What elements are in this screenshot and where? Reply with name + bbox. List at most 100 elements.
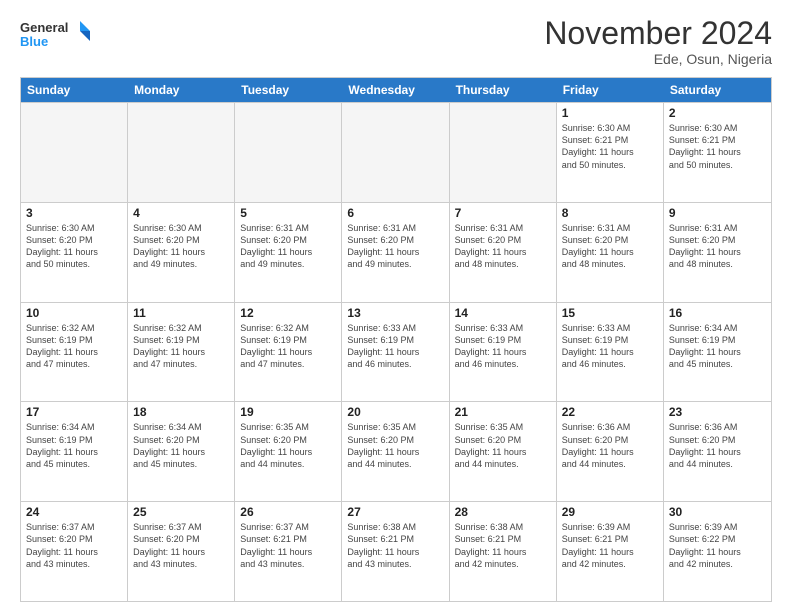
calendar-header: SundayMondayTuesdayWednesdayThursdayFrid… — [21, 78, 771, 102]
calendar-cell — [235, 103, 342, 202]
calendar-cell: 4Sunrise: 6:30 AM Sunset: 6:20 PM Daylig… — [128, 203, 235, 302]
month-title: November 2024 — [544, 16, 772, 51]
calendar-cell: 10Sunrise: 6:32 AM Sunset: 6:19 PM Dayli… — [21, 303, 128, 402]
day-number: 20 — [347, 405, 443, 419]
calendar-cell: 23 Sunrise: 6:36 AM Sunset: 6:20 PM Dayli… — [664, 402, 771, 501]
day-number: 15 — [562, 306, 658, 320]
day-number: 17 — [26, 405, 122, 419]
day-number: 22 — [562, 405, 658, 419]
calendar-cell: 26Sunrise: 6:37 AM Sunset: 6:21 PM Dayli… — [235, 502, 342, 601]
svg-text:Blue: Blue — [20, 34, 48, 49]
calendar-cell: 30 Sunrise: 6:39 AM Sunset: 6:22 PM Dayli… — [664, 502, 771, 601]
calendar-cell: 17 Sunrise: 6:34 AM Sunset: 6:19 PM Dayli… — [21, 402, 128, 501]
calendar-row-3: 10 Sunrise: 6:32 AM Sunset: 6:19 PM Dayli… — [21, 302, 771, 402]
calendar-cell: 5 Sunrise: 6:31 AM Sunset: 6:20 PM Daylig… — [235, 203, 342, 302]
day-number: 1 — [562, 106, 658, 120]
calendar-cell: 7 Sunrise: 6:31 AM Sunset: 6:20 PM Daylig… — [450, 203, 557, 302]
day-info: Sunrise: 6:38 AM Sunset: 6:21 PM Dayligh… — [347, 521, 443, 570]
calendar-cell: 15 Sunrise: 6:33 AM Sunset: 6:19 PM Dayli… — [557, 303, 664, 402]
calendar-cell: 6Sunrise: 6:31 AM Sunset: 6:20 PM Daylig… — [342, 203, 449, 302]
title-block: November 2024 Ede, Osun, Nigeria — [544, 16, 772, 67]
day-number: 7 — [455, 206, 551, 220]
day-info: Sunrise: 6:34 AM Sunset: 6:20 PM Dayligh… — [133, 421, 229, 470]
day-info: Sunrise: 6:37 AM Sunset: 6:20 PM Dayligh… — [133, 521, 229, 570]
day-info: Sunrise: 6:31 AM Sunset: 6:20 PM Dayligh… — [455, 222, 551, 271]
day-number: 18 — [133, 405, 229, 419]
day-number: 4 — [133, 206, 229, 220]
day-number: 21 — [455, 405, 551, 419]
day-info: Sunrise: 6:30 AM Sunset: 6:21 PM Dayligh… — [669, 122, 766, 171]
day-number: 8 — [562, 206, 658, 220]
day-number: 12 — [240, 306, 336, 320]
day-number: 24 — [26, 505, 122, 519]
calendar-row-2: 3 Sunrise: 6:30 AM Sunset: 6:20 PM Daylig… — [21, 202, 771, 302]
day-info: Sunrise: 6:33 AM Sunset: 6:19 PM Dayligh… — [347, 322, 443, 371]
calendar-cell: 20 Sunrise: 6:35 AM Sunset: 6:20 PM Dayli… — [342, 402, 449, 501]
day-number: 11 — [133, 306, 229, 320]
day-number: 23 — [669, 405, 766, 419]
calendar-cell: 11 Sunrise: 6:32 AM Sunset: 6:19 PM Dayli… — [128, 303, 235, 402]
day-info: Sunrise: 6:35 AM Sunset: 6:20 PM Dayligh… — [455, 421, 551, 470]
calendar-cell: 18 Sunrise: 6:34 AM Sunset: 6:20 PM Dayli… — [128, 402, 235, 501]
day-number: 27 — [347, 505, 443, 519]
day-info: Sunrise: 6:31 AM Sunset: 6:20 PM Dayligh… — [240, 222, 336, 271]
calendar-cell: 16 Sunrise: 6:34 AM Sunset: 6:19 PM Dayli… — [664, 303, 771, 402]
day-info: Sunrise: 6:34 AM Sunset: 6:19 PM Dayligh… — [669, 322, 766, 371]
day-info: Sunrise: 6:31 AM Sunset: 6:20 PM Dayligh… — [347, 222, 443, 271]
location: Ede, Osun, Nigeria — [544, 51, 772, 67]
calendar: SundayMondayTuesdayWednesdayThursdayFrid… — [20, 77, 772, 602]
day-info: Sunrise: 6:33 AM Sunset: 6:19 PM Dayligh… — [455, 322, 551, 371]
day-number: 30 — [669, 505, 766, 519]
day-header-saturday: Saturday — [664, 78, 771, 102]
calendar-row-4: 17 Sunrise: 6:34 AM Sunset: 6:19 PM Dayli… — [21, 401, 771, 501]
day-info: Sunrise: 6:32 AM Sunset: 6:19 PM Dayligh… — [133, 322, 229, 371]
day-number: 10 — [26, 306, 122, 320]
day-header-sunday: Sunday — [21, 78, 128, 102]
calendar-row-5: 24 Sunrise: 6:37 AM Sunset: 6:20 PM Dayli… — [21, 501, 771, 601]
calendar-cell: 21 Sunrise: 6:35 AM Sunset: 6:20 PM Dayli… — [450, 402, 557, 501]
calendar-cell — [128, 103, 235, 202]
svg-text:General: General — [20, 20, 68, 35]
day-info: Sunrise: 6:34 AM Sunset: 6:19 PM Dayligh… — [26, 421, 122, 470]
calendar-cell: 22 Sunrise: 6:36 AM Sunset: 6:20 PM Dayli… — [557, 402, 664, 501]
calendar-cell — [450, 103, 557, 202]
day-header-thursday: Thursday — [450, 78, 557, 102]
day-info: Sunrise: 6:38 AM Sunset: 6:21 PM Dayligh… — [455, 521, 551, 570]
day-number: 29 — [562, 505, 658, 519]
day-info: Sunrise: 6:37 AM Sunset: 6:21 PM Dayligh… — [240, 521, 336, 570]
day-info: Sunrise: 6:37 AM Sunset: 6:20 PM Dayligh… — [26, 521, 122, 570]
page: General Blue November 2024 Ede, Osun, Ni… — [0, 0, 792, 612]
day-info: Sunrise: 6:35 AM Sunset: 6:20 PM Dayligh… — [347, 421, 443, 470]
day-number: 2 — [669, 106, 766, 120]
day-header-wednesday: Wednesday — [342, 78, 449, 102]
calendar-cell: 28 Sunrise: 6:38 AM Sunset: 6:21 PM Dayli… — [450, 502, 557, 601]
calendar-cell: 3 Sunrise: 6:30 AM Sunset: 6:20 PM Daylig… — [21, 203, 128, 302]
logo-svg: General Blue — [20, 16, 90, 56]
day-info: Sunrise: 6:30 AM Sunset: 6:21 PM Dayligh… — [562, 122, 658, 171]
day-number: 25 — [133, 505, 229, 519]
day-header-friday: Friday — [557, 78, 664, 102]
calendar-cell: 8Sunrise: 6:31 AM Sunset: 6:20 PM Daylig… — [557, 203, 664, 302]
day-info: Sunrise: 6:39 AM Sunset: 6:22 PM Dayligh… — [669, 521, 766, 570]
calendar-cell: 14 Sunrise: 6:33 AM Sunset: 6:19 PM Dayli… — [450, 303, 557, 402]
calendar-row-1: 1 Sunrise: 6:30 AM Sunset: 6:21 PM Daylig… — [21, 102, 771, 202]
day-number: 19 — [240, 405, 336, 419]
day-info: Sunrise: 6:36 AM Sunset: 6:20 PM Dayligh… — [562, 421, 658, 470]
day-info: Sunrise: 6:33 AM Sunset: 6:19 PM Dayligh… — [562, 322, 658, 371]
calendar-cell: 25 Sunrise: 6:37 AM Sunset: 6:20 PM Dayli… — [128, 502, 235, 601]
day-number: 5 — [240, 206, 336, 220]
calendar-cell: 19Sunrise: 6:35 AM Sunset: 6:20 PM Dayli… — [235, 402, 342, 501]
day-info: Sunrise: 6:32 AM Sunset: 6:19 PM Dayligh… — [240, 322, 336, 371]
calendar-cell — [21, 103, 128, 202]
logo: General Blue — [20, 16, 90, 56]
day-number: 3 — [26, 206, 122, 220]
calendar-body: 1 Sunrise: 6:30 AM Sunset: 6:21 PM Daylig… — [21, 102, 771, 601]
day-info: Sunrise: 6:36 AM Sunset: 6:20 PM Dayligh… — [669, 421, 766, 470]
day-number: 28 — [455, 505, 551, 519]
day-info: Sunrise: 6:39 AM Sunset: 6:21 PM Dayligh… — [562, 521, 658, 570]
day-number: 16 — [669, 306, 766, 320]
day-info: Sunrise: 6:30 AM Sunset: 6:20 PM Dayligh… — [26, 222, 122, 271]
day-header-tuesday: Tuesday — [235, 78, 342, 102]
day-number: 14 — [455, 306, 551, 320]
day-header-monday: Monday — [128, 78, 235, 102]
